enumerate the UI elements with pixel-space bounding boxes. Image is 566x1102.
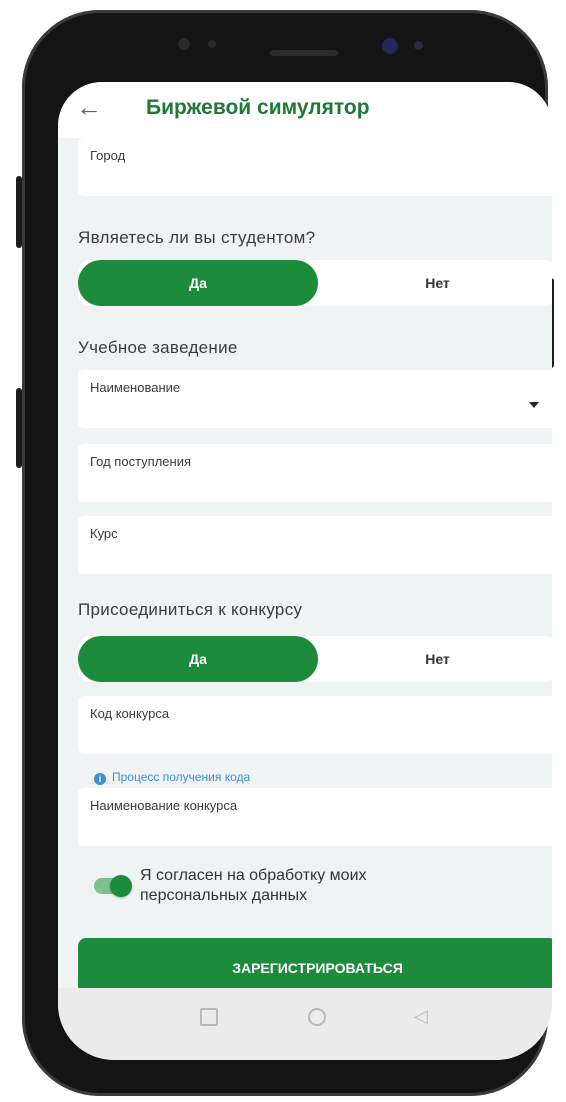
contest-yes-button[interactable]: Да	[78, 636, 318, 682]
contest-name-label: Наименование конкурса	[90, 798, 238, 813]
contest-section-title: Присоединиться к конкурсу	[78, 600, 303, 619]
info-icon: i	[94, 773, 106, 785]
institution-label: Наименование	[90, 380, 181, 395]
enrollment-year-field[interactable]: Год поступления	[78, 444, 552, 502]
code-info-link[interactable]: i Процесс получения кода	[94, 770, 250, 785]
phone-side-button	[16, 176, 22, 248]
course-field[interactable]: Курс	[78, 516, 552, 574]
home-icon[interactable]	[308, 1008, 326, 1026]
phone-frame: ← Биржевой симулятор Город Являетесь ли …	[16, 10, 554, 1096]
city-label: Город	[90, 148, 126, 163]
switch-knob	[110, 875, 132, 897]
enrollment-year-label: Год поступления	[90, 454, 192, 469]
arrow-left-icon[interactable]: ←	[76, 92, 102, 122]
student-yes-button[interactable]: Да	[78, 260, 318, 306]
education-section-title: Учебное заведение	[78, 338, 238, 357]
front-camera	[414, 41, 423, 50]
consent-text: Я согласен на обработку моих персональны…	[140, 867, 367, 904]
page-title: Биржевой симулятор	[146, 96, 370, 119]
contest-no-button[interactable]: Нет	[318, 636, 552, 682]
dropdown-arrow-icon[interactable]	[529, 402, 539, 408]
city-field[interactable]: Город	[78, 138, 552, 196]
front-camera	[178, 38, 190, 50]
app-screen: ← Биржевой симулятор Город Являетесь ли …	[58, 82, 552, 1060]
code-info-text: Процесс получения кода	[112, 770, 251, 784]
contest-toggle: Да Нет	[78, 636, 552, 682]
contest-code-label: Код конкурса	[90, 706, 170, 721]
speaker-grille	[270, 50, 338, 56]
front-camera	[208, 40, 216, 48]
register-button[interactable]: ЗАРЕГИСТРИРОВАТЬСЯ	[78, 938, 552, 994]
student-question: Являетесь ли вы студентом?	[78, 228, 316, 247]
consent-switch[interactable]	[94, 875, 132, 897]
phone-side-button	[16, 388, 22, 468]
front-camera	[382, 38, 398, 54]
system-nav-bar: ◁	[58, 988, 552, 1060]
institution-select[interactable]: Наименование	[78, 370, 552, 428]
back-triangle-icon[interactable]: ◁	[414, 1006, 428, 1026]
app-bar: ← Биржевой симулятор	[58, 82, 552, 138]
student-no-button[interactable]: Нет	[318, 260, 552, 306]
course-label: Курс	[90, 526, 118, 541]
student-toggle: Да Нет	[78, 260, 552, 306]
recent-apps-icon[interactable]	[200, 1008, 218, 1026]
contest-name-field[interactable]: Наименование конкурса	[78, 788, 552, 846]
contest-code-field[interactable]: Код конкурса	[78, 696, 552, 754]
